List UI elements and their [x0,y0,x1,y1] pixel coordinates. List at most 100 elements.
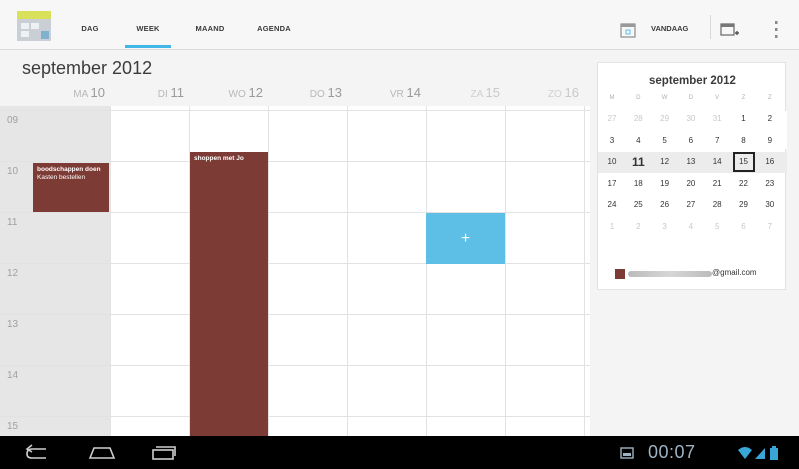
date-cell[interactable]: 7 [706,131,728,151]
date-cell[interactable]: 29 [733,195,755,215]
screenshot-icon [620,447,634,459]
date-cell[interactable]: 5 [706,217,728,237]
date-cell[interactable]: 10 [601,152,623,172]
date-cell[interactable]: 23 [759,174,781,194]
event-title: boodschappen doen [37,166,101,173]
date-cell[interactable]: 20 [680,174,702,194]
day-name: DO [309,89,325,100]
weekday-label: W [661,95,668,101]
day-number: 13 [327,85,342,100]
date-cell[interactable]: 5 [654,131,676,151]
date-cell[interactable]: 2 [759,109,781,129]
date-cell[interactable]: 26 [654,195,676,215]
date-cell[interactable]: 8 [733,131,755,151]
back-icon[interactable] [24,444,50,460]
date-cell[interactable]: 16 [759,152,781,172]
account-label[interactable]: @gmail.com [712,268,757,277]
grid-column-divider [110,106,111,436]
hour-label: 13 [7,319,19,330]
day-header[interactable]: DI 11 [111,86,190,104]
calendar-today-icon[interactable] [620,22,636,38]
hour-divider [0,161,590,162]
date-cell[interactable]: 12 [654,152,676,172]
date-cell[interactable]: 24 [601,195,623,215]
date-cell[interactable]: 28 [627,109,649,129]
day-name: ZO [547,89,562,100]
date-cell[interactable]: 30 [759,195,781,215]
account-color-swatch [615,269,625,279]
day-header[interactable]: WO 12 [190,86,269,104]
date-cell[interactable]: 25 [627,195,649,215]
day-name: VR [389,89,404,100]
date-cell[interactable]: 15 [732,152,755,172]
hour-label: 10 [7,166,19,177]
tab-maand[interactable]: MAAND [186,0,234,50]
date-cell[interactable]: 17 [601,174,623,194]
date-cell[interactable]: 28 [706,195,728,215]
date-cell[interactable]: 3 [601,131,623,151]
event-location: Kasten bestellen [37,174,86,181]
hour-divider [0,314,590,315]
date-cell[interactable]: 29 [654,109,676,129]
day-header[interactable]: ZO 16 [506,86,585,104]
date-cell[interactable]: 6 [733,217,755,237]
today-button[interactable]: VANDAAG [651,24,688,33]
date-cell[interactable]: 11 [627,152,649,172]
weekday-label: Z [741,95,746,101]
weekday-label: M [609,95,615,101]
date-cell[interactable]: 21 [706,174,728,194]
day-header[interactable]: MA 10 [32,86,111,104]
date-cell[interactable]: 13 [680,152,702,172]
day-header[interactable]: ZA 15 [427,86,506,104]
home-icon[interactable] [88,444,116,460]
date-cell[interactable]: 14 [706,152,728,172]
tab-agenda[interactable]: AGENDA [245,0,303,50]
hour-label: 15 [7,421,19,432]
month-title: september 2012 [22,58,153,78]
event-shoppen[interactable]: shoppen met Jo [190,152,268,436]
event-boodschappen[interactable]: boodschappen doen Kasten bestellen [33,163,109,212]
grid-column-divider [426,106,427,436]
wifi-icon [738,447,752,459]
new-event-slot[interactable]: + [426,213,505,264]
date-cell[interactable]: 2 [627,217,649,237]
hour-label: 11 [7,217,18,228]
clock: 00:07 [648,442,696,462]
day-name: WO [228,89,246,100]
date-cell[interactable]: 22 [733,174,755,194]
date-cell[interactable]: 7 [759,217,781,237]
weekday-label: Z [767,95,772,101]
date-cell[interactable]: 19 [654,174,676,194]
day-header[interactable]: VR 14 [348,86,427,104]
date-cell[interactable]: 1 [733,109,755,129]
date-cell[interactable]: 6 [680,131,702,151]
date-cell[interactable]: 3 [654,217,676,237]
tab-week[interactable]: WEEK [122,0,174,50]
day-number: 12 [248,85,263,100]
day-header[interactable]: DO 13 [269,86,348,104]
overflow-menu-icon[interactable] [773,20,779,40]
account-name-redacted [628,271,712,277]
day-number: 16 [564,85,579,100]
date-cell[interactable]: 30 [680,109,702,129]
week-grid[interactable]: 09 10 11 12 13 14 15 boodschappen doen Kasten … [0,106,590,436]
signal-icon [755,448,765,459]
day-name: DI [157,89,168,100]
toolbar-divider [710,15,711,39]
recent-apps-icon[interactable] [151,444,177,460]
date-cell[interactable]: 1 [601,217,623,237]
date-cell[interactable]: 31 [706,109,728,129]
date-cell[interactable]: 27 [680,195,702,215]
date-cell[interactable]: 9 [759,131,781,151]
new-event-icon[interactable] [720,21,740,39]
date-cell[interactable]: 18 [627,174,649,194]
hour-label: 09 [7,115,19,126]
hour-divider [0,365,590,366]
day-name: MA [73,89,88,100]
date-cell[interactable]: 4 [680,217,702,237]
tab-dag[interactable]: DAG [70,0,110,50]
date-cell[interactable]: 4 [627,131,649,151]
event-title: shoppen met Jo [194,155,244,162]
date-cell[interactable]: 27 [601,109,623,129]
calendar-app-icon[interactable] [17,11,51,41]
